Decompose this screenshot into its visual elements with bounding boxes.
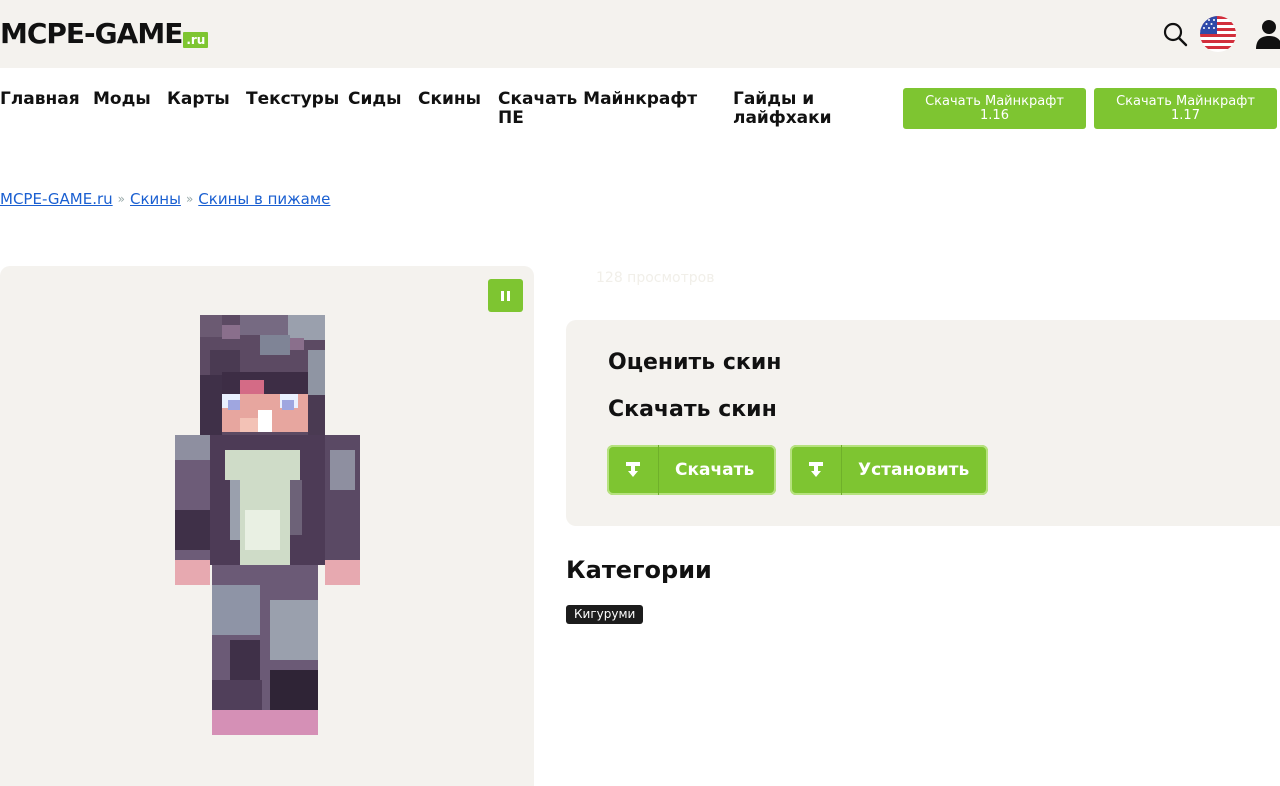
nav-skins[interactable]: Скины <box>418 90 481 109</box>
breadcrumb-separator: » <box>185 192 194 206</box>
user-icon[interactable] <box>1254 18 1280 50</box>
search-icon[interactable] <box>1162 21 1188 47</box>
logo-domain-badge: .ru <box>183 32 209 48</box>
logo-text: MCPE-GAME <box>0 17 183 50</box>
nav-textures[interactable]: Текстуры <box>246 90 339 109</box>
nav-download-minecraft-pe[interactable]: Скачать Майнкрафт ПЕ <box>498 90 697 128</box>
nav-label-line1: Скачать Майнкрафт <box>498 89 698 109</box>
download-minecraft-1-17-button[interactable]: Скачать Майнкрафт 1.17 <box>1094 88 1277 129</box>
install-skin-button[interactable]: Установить <box>790 445 988 495</box>
us-flag-icon[interactable] <box>1200 16 1236 52</box>
nav-home[interactable]: Главная <box>0 90 80 109</box>
download-label: Скачать <box>675 460 755 480</box>
nav-seeds[interactable]: Сиды <box>348 90 402 109</box>
button-label-line2: 1.17 <box>1171 107 1200 123</box>
download-icon <box>625 462 640 477</box>
nav-maps[interactable]: Карты <box>167 90 230 109</box>
nav-guides[interactable]: Гайды и лайфхаки <box>733 90 832 128</box>
pause-icon <box>501 290 504 301</box>
download-minecraft-1-16-button[interactable]: Скачать Майнкрафт 1.16 <box>903 88 1086 129</box>
pause-animation-button[interactable] <box>488 279 523 312</box>
breadcrumb-separator: » <box>117 192 125 206</box>
download-skin-button[interactable]: Скачать <box>607 445 776 495</box>
breadcrumb-home[interactable]: MCPE-GAME.ru <box>0 190 113 208</box>
pause-icon <box>507 290 510 301</box>
breadcrumb-skins[interactable]: Скины <box>130 190 181 208</box>
view-count: 128 просмотров <box>596 270 715 286</box>
button-label-line1: Скачать Майнкрафт <box>1116 93 1255 109</box>
categories-title: Категории <box>566 556 712 584</box>
nav-label-line2: ПЕ <box>498 108 524 128</box>
button-label-line2: 1.16 <box>980 107 1009 123</box>
site-logo[interactable]: MCPE-GAME .ru <box>0 17 209 50</box>
download-skin-title: Скачать скин <box>608 397 777 422</box>
nav-label-line2: лайфхаки <box>733 108 832 128</box>
breadcrumb: MCPE-GAME.ru » Скины » Скины в пижаме <box>0 190 330 208</box>
nav-label-line1: Гайды и <box>733 89 815 109</box>
nav-mods[interactable]: Моды <box>93 90 151 109</box>
breadcrumb-pajama-skins[interactable]: Скины в пижаме <box>198 190 330 208</box>
button-label-line1: Скачать Майнкрафт <box>925 93 1064 109</box>
skin-model-image <box>175 315 360 735</box>
category-tag[interactable]: Кигуруми <box>566 605 644 624</box>
install-icon <box>808 462 823 477</box>
install-label: Установить <box>858 460 970 480</box>
rate-skin-title: Оценить скин <box>608 350 782 375</box>
